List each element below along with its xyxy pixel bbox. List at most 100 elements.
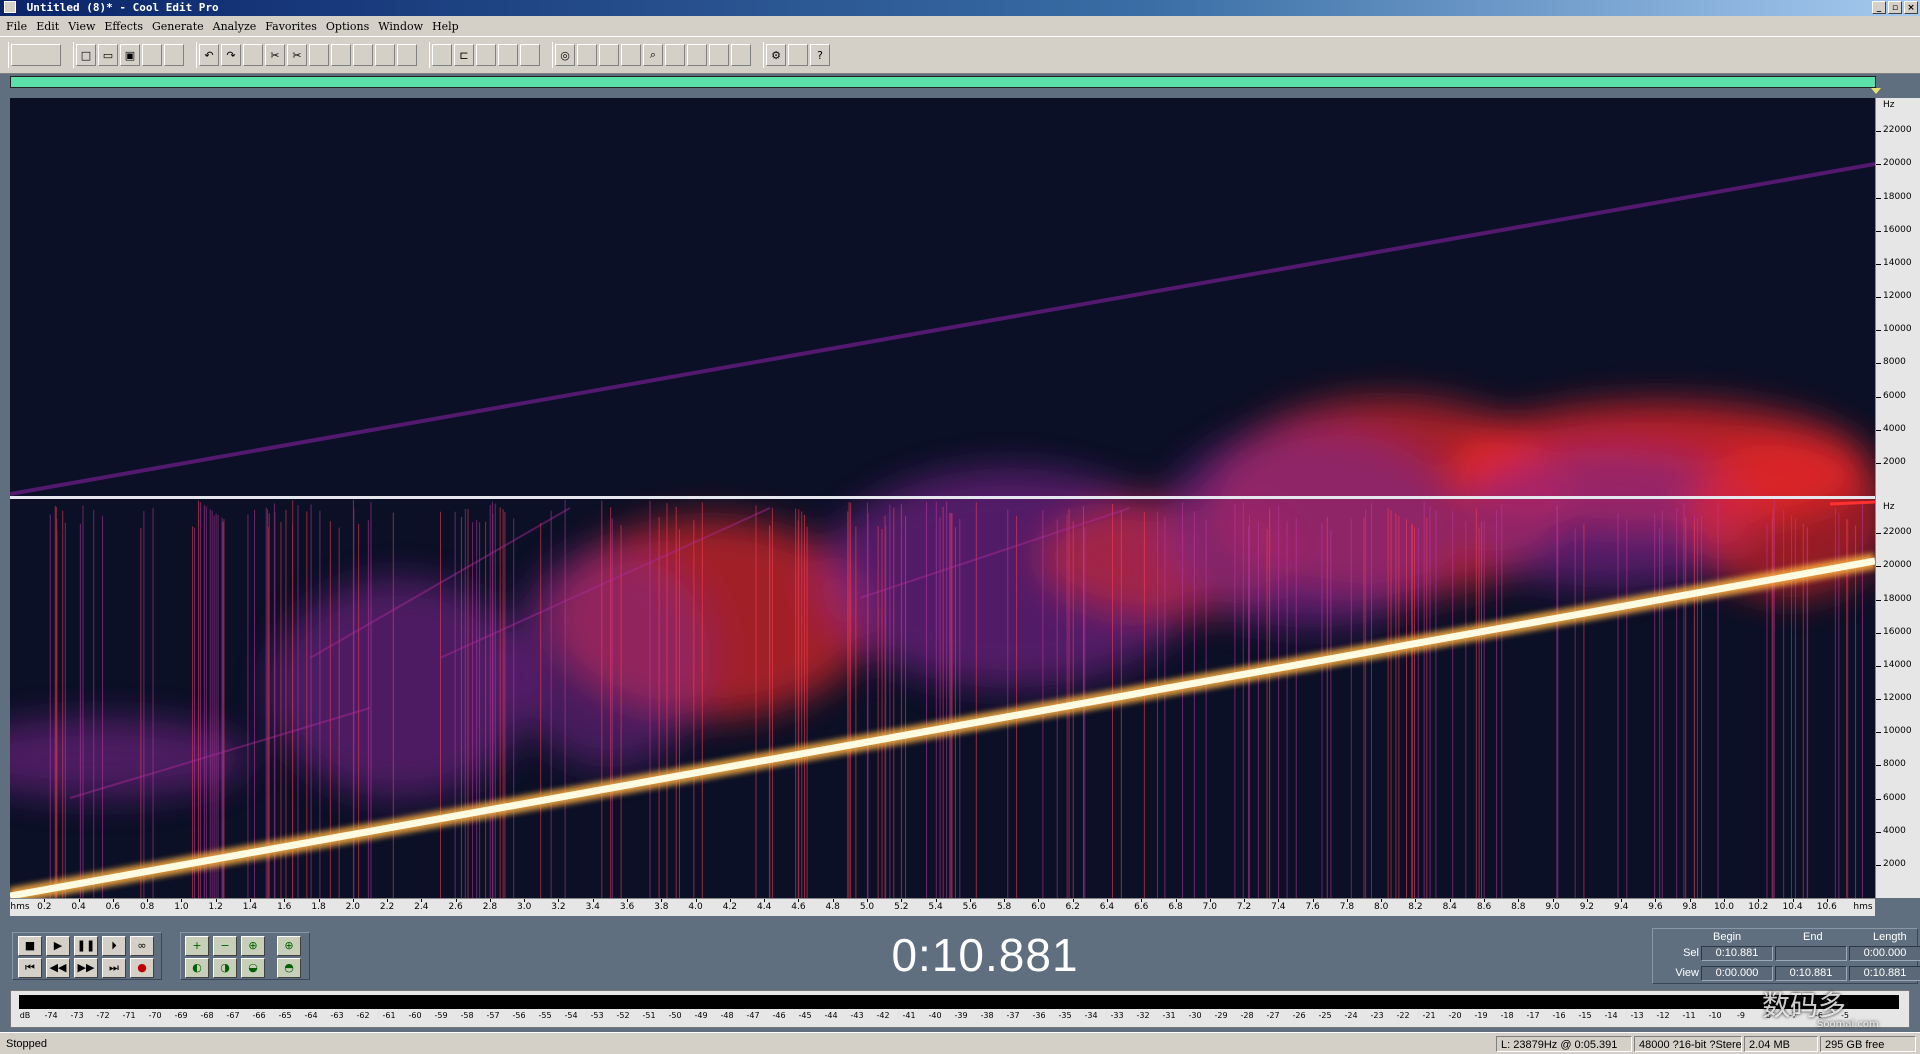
restore-button[interactable]: ▫ <box>1888 1 1902 14</box>
cue-icon[interactable] <box>687 44 707 66</box>
play-to-end-button[interactable]: ⏵ <box>102 936 126 956</box>
menu-window[interactable]: Window <box>378 20 423 33</box>
stop-button[interactable]: ■ <box>18 936 42 956</box>
cut-icon[interactable]: ✂ <box>265 44 285 66</box>
close-icon[interactable] <box>164 44 184 66</box>
zoom-selection-icon[interactable]: ◒ <box>241 958 265 978</box>
overview-bar[interactable] <box>10 76 1876 88</box>
zoom-vertical-out-icon[interactable]: ◓ <box>277 958 301 978</box>
save-icon[interactable]: ▣ <box>120 44 140 66</box>
freq-unit-label: Hz <box>1883 100 1895 110</box>
undo-icon[interactable]: ↶ <box>199 44 219 66</box>
fast-forward-button[interactable]: ▶▶ <box>74 958 98 978</box>
view-end-field[interactable]: 0:10.881 <box>1775 966 1847 981</box>
view-length-field[interactable]: 0:10.881 <box>1849 966 1920 981</box>
level-meter[interactable]: dB -74 -73 -72 -71 -70 -69 -68 -67 -66 -65 -64 -63 -6… <box>10 990 1910 1028</box>
cd-icon[interactable]: ◎ <box>555 44 575 66</box>
status-format: 48000 ?16-bit ?Stereo <box>1634 1036 1742 1052</box>
zoom-out-icon[interactable]: − <box>213 936 237 956</box>
sel-begin-field[interactable]: 0:10.881 <box>1701 946 1773 961</box>
close-button[interactable]: × <box>1904 1 1918 14</box>
loop-icon[interactable] <box>397 44 417 66</box>
record-button[interactable]: ● <box>130 958 154 978</box>
open-icon[interactable]: ▭ <box>98 44 118 66</box>
menu-analyze[interactable]: Analyze <box>213 20 257 33</box>
wave-view-icon[interactable] <box>11 44 61 66</box>
copy-icon[interactable] <box>309 44 329 66</box>
zoom-vertical-in-icon[interactable]: ⊕ <box>277 936 301 956</box>
sel-end-field[interactable] <box>1775 946 1847 961</box>
meter-label: -22 <box>1396 1011 1410 1020</box>
overview-range[interactable] <box>11 77 1875 87</box>
freq-label: 14000 <box>1883 659 1912 670</box>
time-label: 5.0 <box>859 902 875 912</box>
status-bar: Stopped L: 23879Hz @ 0:05.391 48000 ?16-… <box>0 1032 1920 1054</box>
filter-icon[interactable]: ⊏ <box>454 44 474 66</box>
play-list-icon[interactable] <box>577 44 597 66</box>
sel-length-field[interactable]: 0:00.000 <box>1849 946 1920 961</box>
analysis-icon[interactable] <box>788 44 808 66</box>
meter-label: -12 <box>1656 1011 1670 1020</box>
menu-generate[interactable]: Generate <box>152 20 204 33</box>
stack-icon[interactable] <box>520 44 540 66</box>
paste-icon[interactable] <box>331 44 351 66</box>
settings-icon[interactable]: ⚙ <box>766 44 786 66</box>
meter-label: -21 <box>1422 1011 1436 1020</box>
meter-label: -31 <box>1162 1011 1176 1020</box>
status-state: Stopped <box>6 1038 47 1050</box>
channel-icon[interactable] <box>375 44 395 66</box>
time-label: 2.2 <box>379 902 395 912</box>
redo-icon[interactable]: ↷ <box>221 44 241 66</box>
trim-icon[interactable] <box>243 44 263 66</box>
time-label: 2.4 <box>414 902 429 912</box>
pause-button[interactable]: ❚❚ <box>74 936 98 956</box>
marker-icon[interactable] <box>665 44 685 66</box>
app-icon[interactable] <box>4 1 16 13</box>
save-as-icon[interactable] <box>142 44 162 66</box>
zoom-right-icon[interactable]: ◑ <box>213 958 237 978</box>
menu-file[interactable]: File <box>6 20 27 33</box>
menu-favorites[interactable]: Favorites <box>265 20 317 33</box>
loop-button[interactable]: ∞ <box>130 936 154 956</box>
new-icon[interactable]: □ <box>76 44 96 66</box>
menu-view[interactable]: View <box>68 20 95 33</box>
menu-effects[interactable]: Effects <box>104 20 143 33</box>
split-icon[interactable] <box>498 44 518 66</box>
minimize-button[interactable]: _ <box>1872 1 1886 14</box>
grid-icon[interactable] <box>476 44 496 66</box>
time-label: 4.8 <box>825 902 840 912</box>
time-label: 0.8 <box>139 902 155 912</box>
frequency-icon[interactable] <box>709 44 729 66</box>
time-label: 5.4 <box>928 902 943 912</box>
meter-label: -66 <box>252 1011 266 1020</box>
menu-edit[interactable]: Edit <box>36 20 59 33</box>
time-label: 8.0 <box>1374 902 1389 912</box>
mix-paste-icon[interactable] <box>353 44 373 66</box>
time-label: 9.2 <box>1579 902 1595 912</box>
time-label: 1.0 <box>174 902 189 912</box>
zoom-full-icon[interactable]: ⊕ <box>241 936 265 956</box>
rewind-button[interactable]: ◀◀ <box>46 958 70 978</box>
meter-label: -40 <box>928 1011 942 1020</box>
zoom-left-icon[interactable]: ◐ <box>185 958 209 978</box>
overview-end-marker[interactable] <box>1871 88 1881 94</box>
menu-options[interactable]: Options <box>326 20 369 33</box>
go-to-start-button[interactable]: ⏮ <box>18 958 42 978</box>
freq-tick <box>1876 765 1881 767</box>
play-button[interactable]: ▶ <box>46 936 70 956</box>
view-begin-field[interactable]: 0:00.000 <box>1701 966 1773 981</box>
envelope-icon[interactable] <box>432 44 452 66</box>
help-icon[interactable]: ? <box>810 44 830 66</box>
zoom-full-icon[interactable]: ⌕ <box>643 44 663 66</box>
scissors-icon[interactable]: ✂ <box>287 44 307 66</box>
meter-bar <box>19 995 1899 1009</box>
meter-label: -50 <box>668 1011 682 1020</box>
blank-icon[interactable] <box>731 44 751 66</box>
freq-label: 22000 <box>1883 527 1912 538</box>
scripts-icon[interactable] <box>621 44 641 66</box>
batch-icon[interactable] <box>599 44 619 66</box>
zoom-in-icon[interactable]: + <box>185 936 209 956</box>
meter-label: -20 <box>1448 1011 1462 1020</box>
go-to-end-button[interactable]: ⏭ <box>102 958 126 978</box>
menu-help[interactable]: Help <box>432 20 459 33</box>
